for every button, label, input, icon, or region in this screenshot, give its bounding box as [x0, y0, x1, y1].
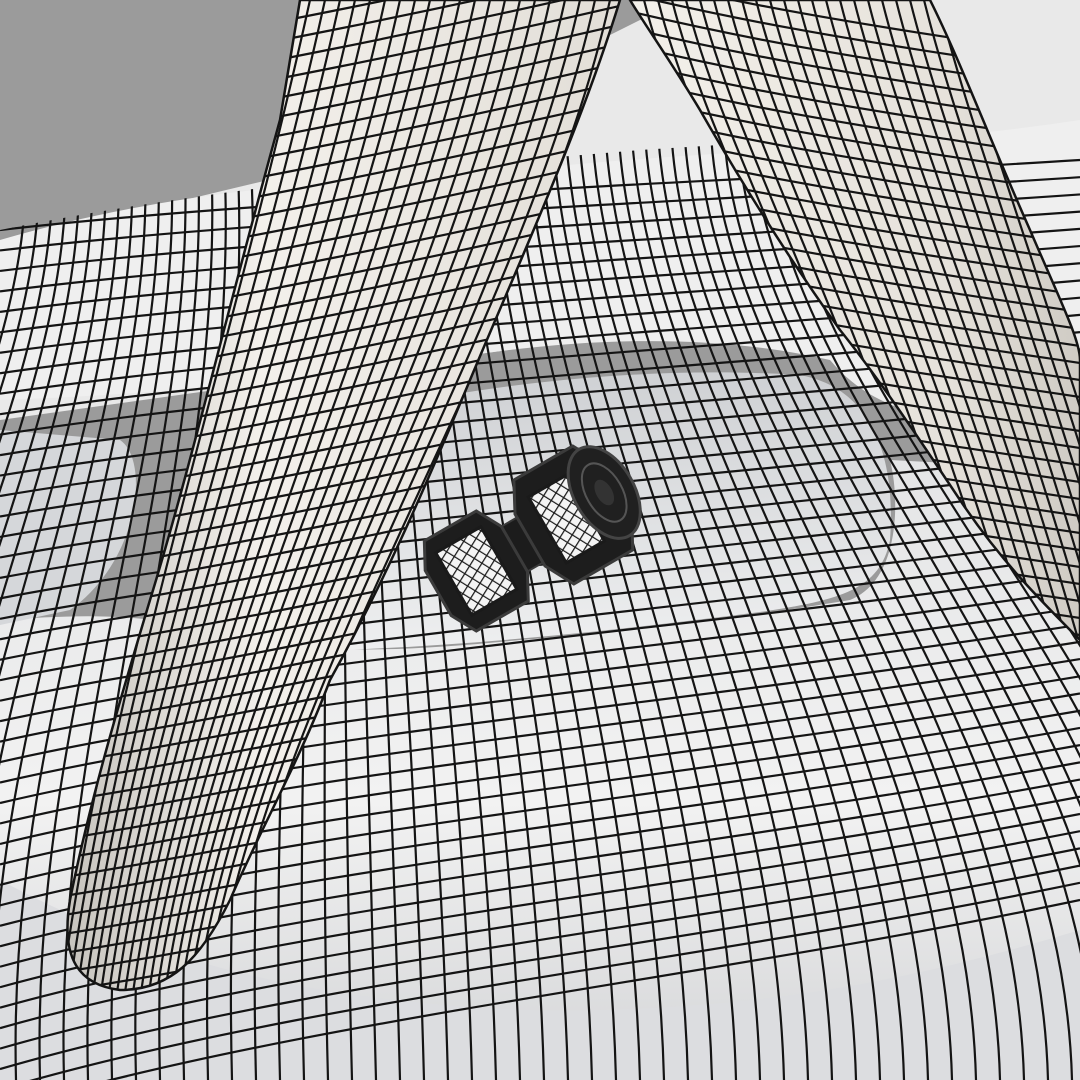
render-viewport: [0, 0, 1080, 1080]
wireframe-scene: [0, 0, 1080, 1080]
